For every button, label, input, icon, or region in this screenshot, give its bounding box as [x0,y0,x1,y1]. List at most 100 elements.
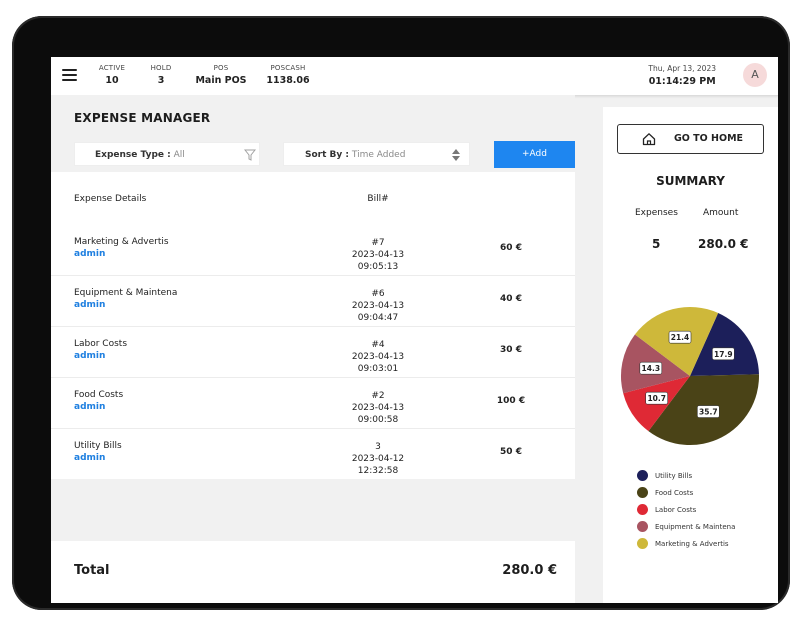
svg-text:35.7: 35.7 [699,408,718,417]
bill-datetime: 2023-04-12 12:32:58 [351,454,405,476]
legend-label: Marketing & Advertis [655,540,729,548]
expense-name: Labor Costs [74,339,128,349]
table-row[interactable]: Equipment & Maintena admin #6 2023-04-13 … [51,276,575,327]
sort-arrows-icon [452,149,460,161]
expense-name: Equipment & Maintena [74,288,178,298]
date-text: Thu, Apr 13, 2023 [648,64,716,73]
bill-datetime: 2023-04-13 09:03:01 [351,352,405,374]
stat-value: 1138.06 [266,75,310,86]
expense-amount: 60 € [500,243,522,253]
bill-number: #2 [371,391,385,401]
bill-info: 3 2023-04-12 12:32:58 [333,441,423,477]
bill-number: #6 [371,289,385,299]
stat-value: Main POS [195,75,247,86]
column-header-bill: Bill# [367,194,389,204]
amount-label: Amount [703,208,739,218]
go-home-label: GO TO HOME [674,133,744,144]
stat-active: ACTIVE 10 [98,64,126,86]
bill-info: #7 2023-04-13 09:05:13 [333,237,423,273]
app-screen: ACTIVE 10 HOLD 3 POS Main POS POSCASH 11… [51,57,778,603]
legend-swatch [637,521,648,532]
bill-number: #7 [371,238,385,248]
expense-name: Marketing & Advertis [74,237,169,247]
summary-sidebar: GO TO HOME SUMMARY Expenses Amount 5 280… [603,107,778,603]
expense-amount: 40 € [500,294,522,304]
filter-icon [244,149,256,161]
svg-text:14.3: 14.3 [642,364,661,373]
filter-label: Expense Type : [95,150,171,160]
expense-user[interactable]: admin [74,402,105,412]
legend-label: Equipment & Maintena [655,523,736,531]
bill-info: #4 2023-04-13 09:03:01 [333,339,423,375]
expense-user[interactable]: admin [74,249,105,259]
go-to-home-button[interactable]: GO TO HOME [617,124,764,154]
stat-hold: HOLD 3 [149,64,173,86]
expense-pie-chart: 17.9 35.7 10.7 14.3 21.4 [620,306,760,446]
legend-label: Utility Bills [655,472,693,480]
summary-title: SUMMARY [656,174,725,188]
sort-value: Time Added [351,150,406,160]
pie-label-equipment-maintena: 14.3 [639,361,663,375]
bill-number: #4 [371,340,385,350]
stat-poscash: POSCASH 1138.06 [266,64,310,86]
stat-value: 10 [105,75,119,86]
pie-label-food-costs: 35.7 [697,405,720,418]
bill-datetime: 2023-04-13 09:00:58 [351,403,405,425]
legend-swatch [637,487,648,498]
expense-name: Utility Bills [74,441,122,451]
expense-user[interactable]: admin [74,351,105,361]
svg-text:21.4: 21.4 [671,333,690,342]
table-row[interactable]: Utility Bills admin 3 2023-04-12 12:32:58… [51,429,575,479]
total-value: 280.0 € [502,563,557,578]
expense-amount: 100 € [496,396,526,406]
stat-label: ACTIVE [98,64,126,72]
pie-label-utility-bills: 17.9 [712,347,735,361]
expense-manager-panel: EXPENSE MANAGER Expense Type : All Sort … [51,95,575,603]
bill-number: 3 [375,442,381,452]
svg-text:10.7: 10.7 [647,394,666,403]
tablet-frame: ACTIVE 10 HOLD 3 POS Main POS POSCASH 11… [12,16,790,610]
page-title: EXPENSE MANAGER [74,111,211,125]
expense-table: Expense Details Bill# Marketing & Advert… [51,172,575,479]
legend-swatch [637,538,648,549]
table-row[interactable]: Marketing & Advertis admin #7 2023-04-13 … [51,225,575,276]
pie-label-marketing-advertis: 21.4 [668,330,692,344]
pie-label-labor-costs: 10.7 [645,391,669,405]
filter-value: All [173,150,185,160]
bill-info: #2 2023-04-13 09:00:58 [333,390,423,426]
table-header: Expense Details Bill# [51,172,575,226]
stat-label: POSCASH [270,64,306,72]
stat-label: POS [213,64,229,72]
amount-total: 280.0 € [698,237,749,251]
expense-amount: 50 € [500,447,522,457]
stat-value: 3 [157,75,165,86]
menu-icon[interactable] [62,69,77,82]
total-bar: Total 280.0 € [51,541,575,603]
sort-label: Sort By : [305,150,349,160]
expense-user[interactable]: admin [74,300,105,310]
bill-info: #6 2023-04-13 09:04:47 [333,288,423,324]
bill-datetime: 2023-04-13 09:05:13 [351,250,405,272]
stat-label: HOLD [150,64,172,72]
expenses-count: 5 [652,237,661,251]
table-row[interactable]: Labor Costs admin #4 2023-04-13 09:03:01 … [51,327,575,378]
column-header-details: Expense Details [74,194,147,204]
bill-datetime: 2023-04-13 09:04:47 [351,301,405,323]
time-text: 01:14:29 PM [648,76,716,87]
expense-user[interactable]: admin [74,453,105,463]
sort-by-select[interactable]: Sort By : Time Added [283,142,470,166]
total-label: Total [74,563,110,578]
top-bar: ACTIVE 10 HOLD 3 POS Main POS POSCASH 11… [51,57,778,96]
expense-name: Food Costs [74,390,124,400]
stat-pos: POS Main POS [195,64,247,86]
table-row[interactable]: Food Costs admin #2 2023-04-13 09:00:58 1… [51,378,575,429]
legend-swatch [637,504,648,515]
avatar[interactable]: A [743,63,767,87]
home-icon [642,133,656,146]
expense-type-filter[interactable]: Expense Type : All [74,142,260,166]
legend-swatch [637,470,648,481]
add-expense-button[interactable]: +Add [494,141,575,168]
date-time: Thu, Apr 13, 2023 01:14:29 PM [648,64,716,87]
legend-label: Labor Costs [655,506,697,514]
expense-amount: 30 € [500,345,522,355]
